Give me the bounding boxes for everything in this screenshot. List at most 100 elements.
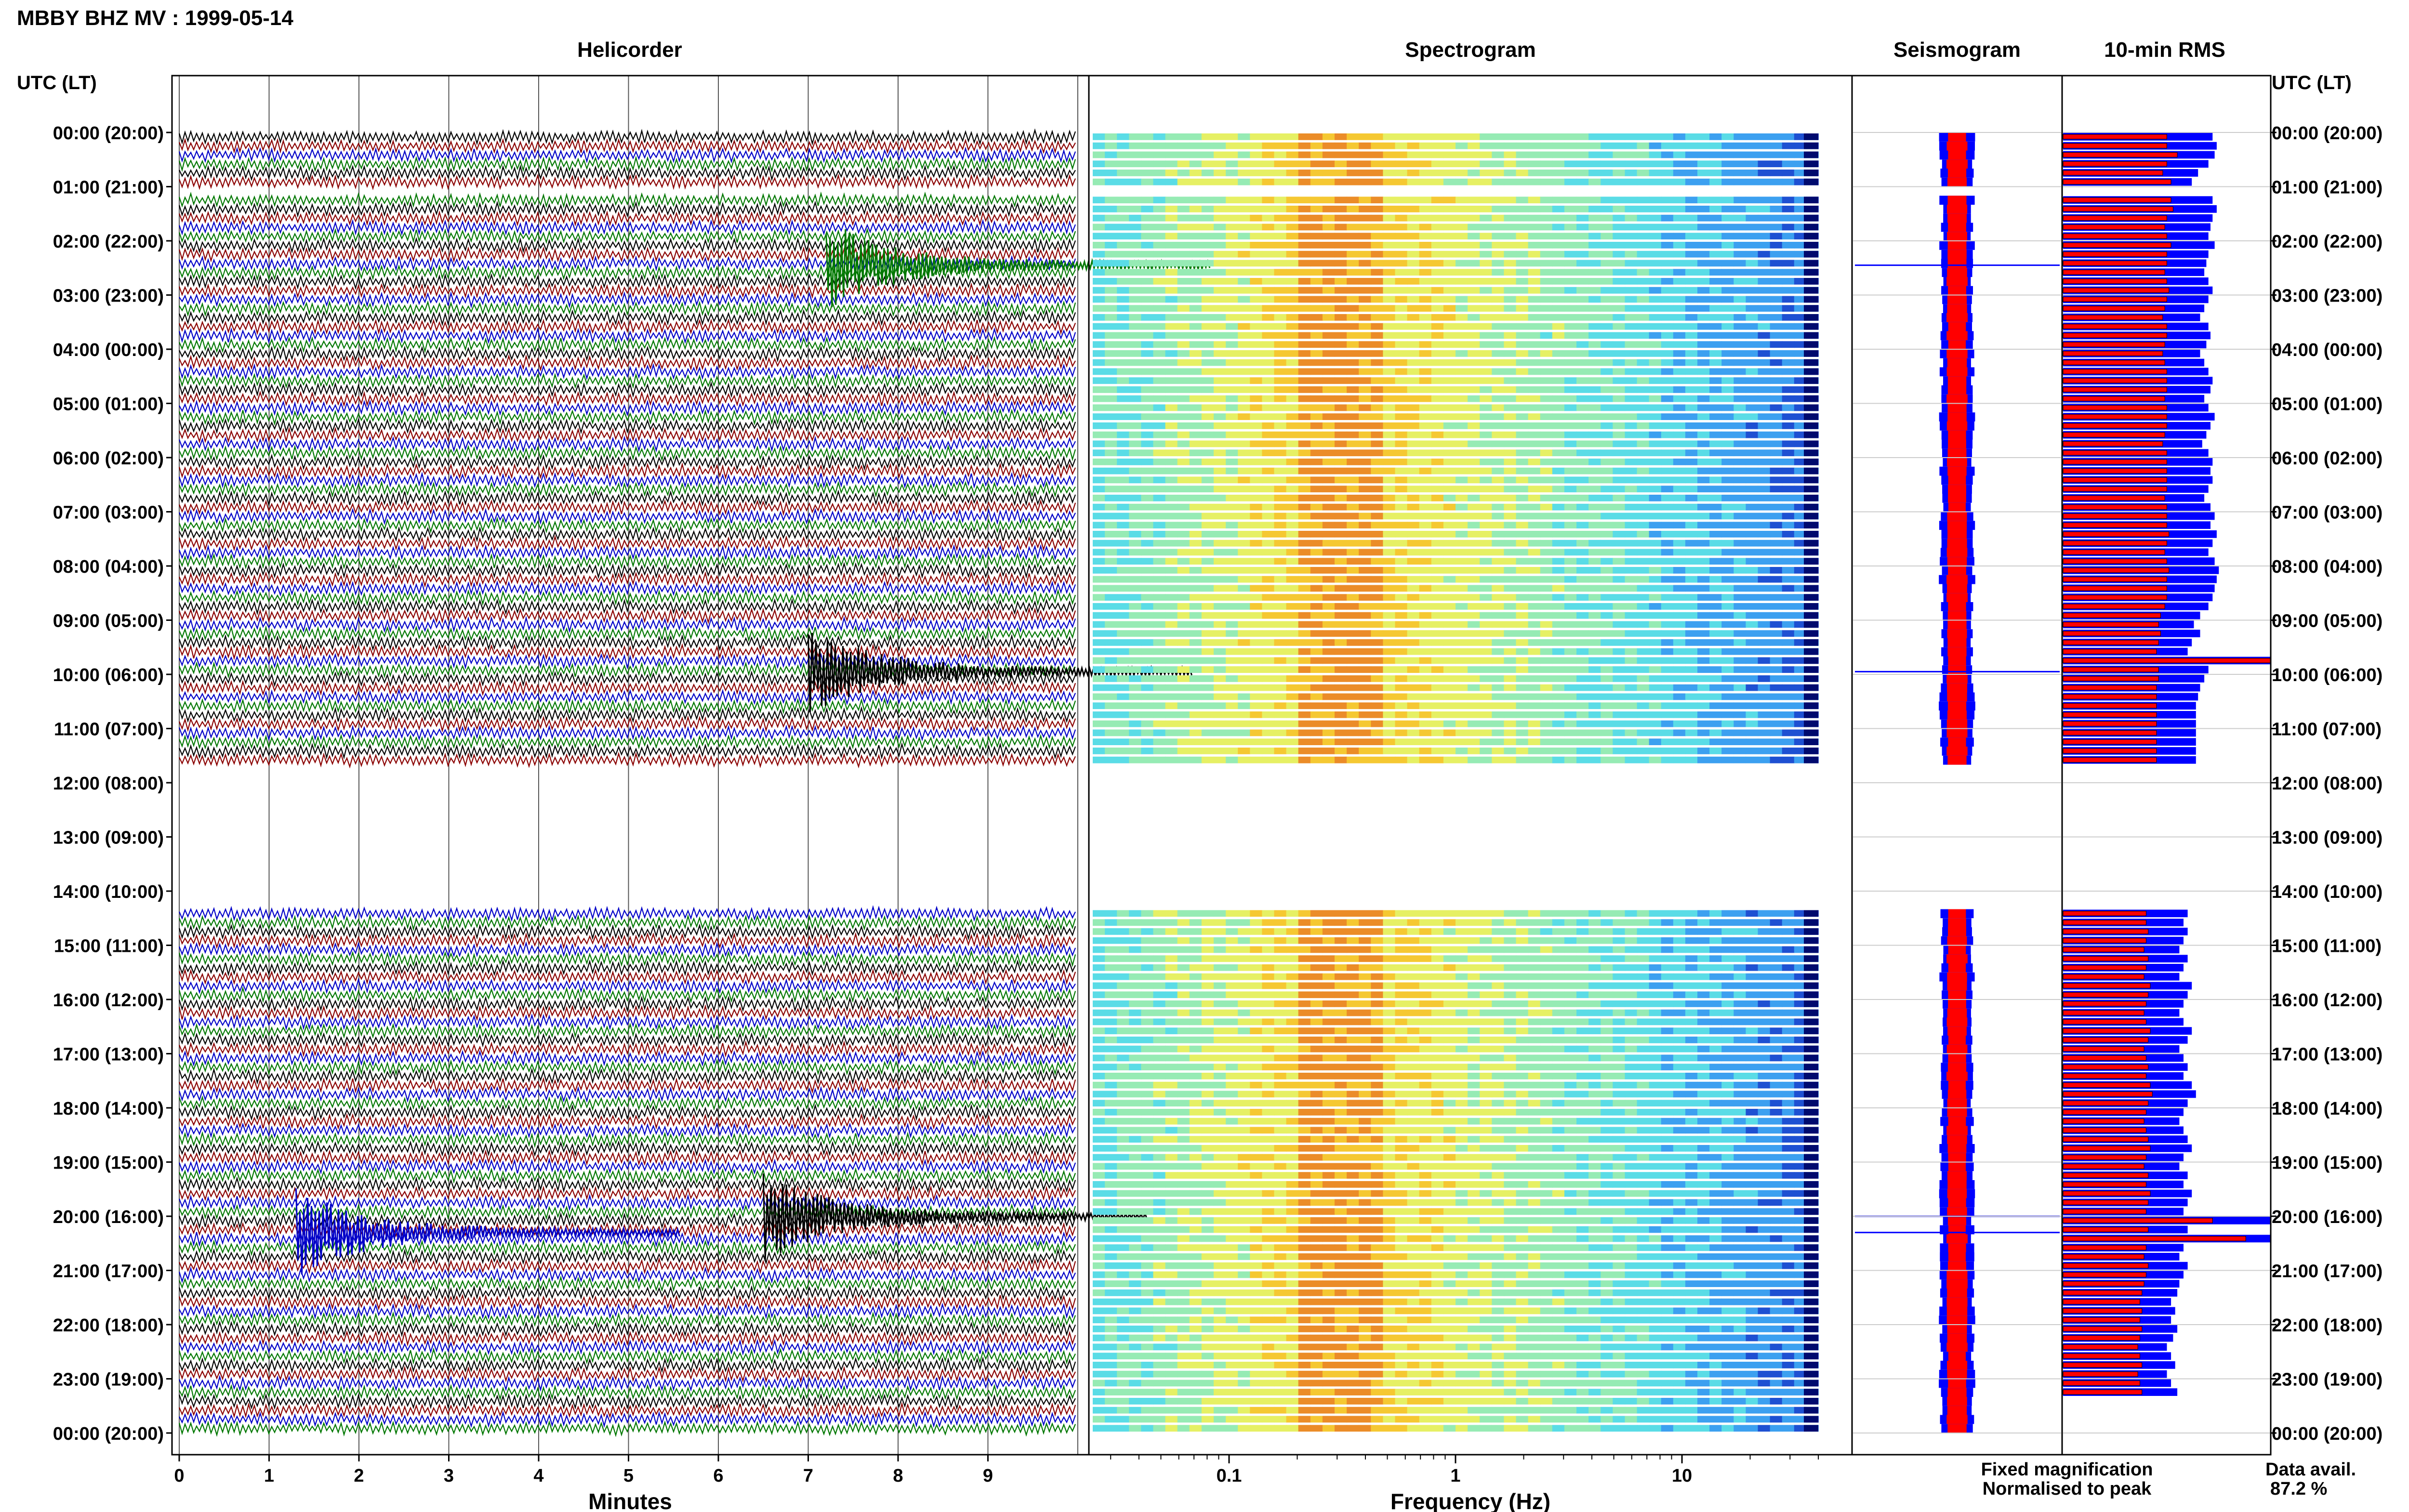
spectrogram-cell [1480, 666, 1493, 673]
spectrogram-cell [1310, 332, 1323, 339]
spectrogram-cell [1117, 224, 1130, 231]
spectrogram-cell [1298, 738, 1311, 745]
spectrogram-cell [1601, 296, 1614, 303]
spectrogram-cell [1588, 991, 1601, 999]
spectrogram-cell [1105, 567, 1117, 574]
spectrogram-cell [1383, 395, 1396, 402]
spectrogram-cell [1286, 431, 1299, 438]
spectrogram-cell [1782, 711, 1795, 718]
spectrogram-cell [1649, 305, 1662, 312]
spectrogram-cell [1226, 693, 1238, 700]
spectrogram-cell [1443, 558, 1456, 565]
spectrogram-cell [1298, 178, 1311, 185]
spectrogram-cell [1685, 133, 1698, 140]
spectrogram-cell [1153, 413, 1166, 420]
spectrogram-cell [1431, 332, 1444, 339]
spectrogram-cell [1383, 214, 1396, 222]
spectrogram-cell [1746, 296, 1759, 303]
spectrogram-cell [1347, 603, 1359, 610]
helicorder-trace [179, 399, 1076, 417]
spectrogram-cell [1347, 648, 1359, 655]
spectrogram-cell [1721, 404, 1734, 411]
spectrogram-cell [1407, 657, 1420, 664]
spectrogram-cell [1189, 946, 1202, 953]
spectrogram-cell [1153, 991, 1166, 999]
spectrogram-cell [1347, 242, 1359, 249]
spectrogram-cell [1129, 594, 1142, 601]
spectrogram-cell [1262, 233, 1275, 240]
spectrogram-cell [1105, 964, 1117, 971]
spectrogram-cell [1661, 368, 1674, 375]
spectrogram-cell [1468, 395, 1480, 402]
spectrogram-cell [1649, 214, 1662, 222]
spectrogram-cell [1371, 973, 1384, 980]
spectrogram-cell [1697, 269, 1710, 276]
spectrogram-cell [1746, 910, 1759, 917]
spectrogram-cell [1335, 693, 1347, 700]
spectrogram-cell [1685, 224, 1698, 231]
spectrogram-cell [1359, 377, 1372, 384]
spectrogram-cell [1782, 621, 1795, 628]
spectrogram-cell [1685, 729, 1698, 736]
spectrogram-cell [1734, 955, 1747, 962]
spectrogram-cell [1153, 973, 1166, 980]
spectrogram-cell [1286, 278, 1299, 285]
spectrogram-cell [1516, 242, 1529, 249]
spectrogram-cell [1709, 594, 1722, 601]
spectrogram-cell [1262, 133, 1275, 140]
spectrogram-cell [1443, 233, 1456, 240]
spectrogram-cell [1177, 531, 1190, 538]
spectrogram-cell [1214, 305, 1226, 312]
spectrogram-cell [1129, 991, 1142, 999]
spectrogram-cell [1141, 639, 1154, 646]
spectrogram-cell [1516, 612, 1529, 619]
spectrogram-cell [1782, 585, 1795, 592]
spectrogram-cell [1673, 305, 1686, 312]
spectrogram-cell [1804, 711, 1818, 718]
spectrogram-cell [1480, 946, 1493, 953]
spectrogram-cell [1141, 594, 1154, 601]
spectrogram-cell [1770, 729, 1783, 736]
spectrogram-cell [1649, 982, 1662, 989]
spectrogram-cell [1310, 341, 1323, 348]
spectrogram-cell [1504, 197, 1517, 204]
spectrogram-cell [1782, 377, 1795, 384]
spectrogram-cell [1492, 323, 1505, 330]
spectrogram-cell [1661, 160, 1674, 168]
spectrogram-cell [1383, 170, 1396, 176]
spectrogram-cell [1250, 214, 1263, 222]
spectrogram-cell [1214, 585, 1226, 592]
spectrogram-cell [1576, 269, 1589, 276]
spectrogram-cell [1117, 585, 1130, 592]
spectrogram-cell [1758, 503, 1771, 511]
spectrogram-cell [1782, 946, 1795, 953]
spectrogram-cell [1407, 449, 1420, 457]
spectrogram-cell [1649, 937, 1662, 944]
spectrogram-cell [1093, 756, 1105, 763]
spectrogram-cell [1758, 666, 1771, 673]
spectrogram-cell [1673, 151, 1686, 158]
spectrogram-cell [1588, 314, 1601, 321]
spectrogram-cell [1335, 422, 1347, 429]
figure-title: MBBY BHZ MV : 1999-05-14 [17, 6, 293, 30]
spectrogram-cell [1770, 359, 1783, 366]
spectrogram-cell [1758, 531, 1771, 538]
spectrogram-cell [1407, 459, 1420, 465]
spectrogram-cell [1153, 666, 1166, 673]
spectrogram-cell [1734, 422, 1747, 429]
spectrogram-cell [1540, 594, 1553, 601]
spectrogram-cell [1419, 133, 1432, 140]
spectrogram-cell [1649, 531, 1662, 538]
spectrogram-cell [1286, 612, 1299, 619]
spectrogram-cell [1564, 910, 1577, 917]
spectrogram-cell [1214, 323, 1226, 330]
spectrogram-cell [1770, 459, 1783, 465]
spectrogram-cell [1407, 170, 1420, 176]
spectrogram-cell [1540, 630, 1553, 637]
spectrogram-cell [1189, 684, 1202, 691]
spectrogram-cell [1528, 341, 1541, 348]
spectrogram-cell [1117, 720, 1130, 727]
spectrogram-cell [1649, 946, 1662, 953]
spectrogram-cell [1250, 576, 1263, 583]
spectrogram-cell [1322, 549, 1335, 556]
